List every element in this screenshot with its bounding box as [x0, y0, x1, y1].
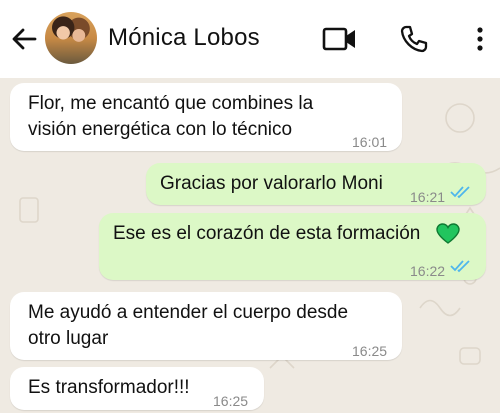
phone-icon [400, 25, 428, 53]
message-text: Ese es el corazón de esta formación [113, 223, 421, 244]
green-heart-icon [436, 223, 460, 244]
read-receipt-icon [450, 260, 470, 273]
message-time: 16:21 [410, 189, 446, 205]
message-text-line: Me ayudó a entender el cuerpo desde [28, 302, 349, 323]
message-time: 16:01 [352, 134, 388, 150]
video-call-button[interactable] [320, 22, 360, 56]
video-call-icon [322, 27, 355, 51]
contact-name[interactable]: Mónica Lobos [108, 24, 260, 52]
message-text-line: Flor, me encantó que combines la [28, 93, 314, 114]
more-options-button[interactable] [468, 22, 492, 56]
chat-header: Mónica Lobos [0, 0, 500, 78]
message-list[interactable]: Flor, me encantó que combines la visión … [0, 78, 500, 413]
message-time: 16:25 [213, 393, 249, 409]
avatar[interactable] [45, 12, 97, 64]
message-time: 16:22 [410, 263, 446, 279]
voice-call-button[interactable] [396, 22, 432, 56]
more-vert-icon [477, 27, 483, 51]
message-text: Es transformador!!! [28, 377, 190, 398]
message-text-line: visión energética con lo técnico [28, 119, 293, 140]
read-receipt-icon [450, 186, 470, 199]
incoming-message[interactable]: Me ayudó a entender el cuerpo desde otro… [10, 292, 402, 360]
back-button[interactable] [8, 22, 40, 56]
message-text: Gracias por valorarlo Moni [160, 173, 383, 194]
back-arrow-icon [12, 28, 37, 50]
message-time: 16:25 [352, 343, 388, 359]
outgoing-message[interactable]: Ese es el corazón de esta formación 16:2… [99, 213, 486, 280]
outgoing-message[interactable]: Gracias por valorarlo Moni 16:21 [146, 163, 486, 205]
message-text-line: otro lugar [28, 328, 109, 349]
incoming-message[interactable]: Es transformador!!! 16:25 [10, 367, 264, 410]
incoming-message[interactable]: Flor, me encantó que combines la visión … [10, 83, 402, 151]
